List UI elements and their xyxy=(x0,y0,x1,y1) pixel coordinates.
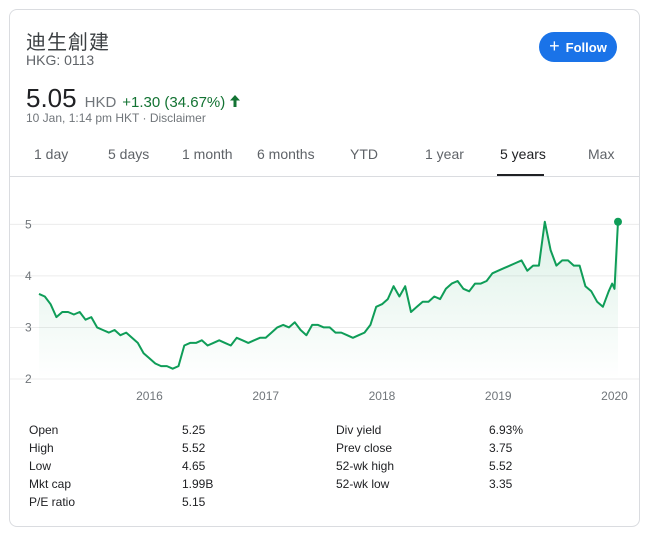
stat-mkt-cap-label: Mkt cap xyxy=(29,477,72,491)
tab-max[interactable]: Max xyxy=(588,146,614,162)
follow-label: Follow xyxy=(565,39,607,55)
last-price-dot xyxy=(614,217,622,226)
x-tick-label: 2018 xyxy=(369,389,396,403)
tab-5-years[interactable]: 5 years xyxy=(500,146,546,162)
x-tick-label: 2020 xyxy=(601,389,628,403)
quote-timestamp[interactable]: 10 Jan, 1:14 pm HKT · Disclaimer xyxy=(26,111,206,125)
stat-52wk-low-value: 3.35 xyxy=(489,477,513,491)
company-name: 迪生創建 xyxy=(26,30,110,54)
x-tick-label: 2019 xyxy=(485,389,512,403)
price-chart[interactable]: 2 3 4 5 2016 2017 2018 2019 2020 xyxy=(10,177,641,405)
tab-1-day[interactable]: 1 day xyxy=(34,146,68,162)
stock-quote-card: 迪生創建 HKG: 0113 + Follow 5.05 HKD +1.30 (… xyxy=(9,9,640,527)
y-tick-label: 5 xyxy=(25,217,32,231)
x-tick-label: 2017 xyxy=(252,389,279,403)
x-tick-label: 2016 xyxy=(136,389,163,403)
stat-52wk-high-label: 52-wk high xyxy=(336,459,395,473)
y-tick-label: 3 xyxy=(25,320,32,334)
y-tick-label: 4 xyxy=(25,269,32,283)
stat-52wk-high-value: 5.52 xyxy=(489,459,513,473)
stat-low-value: 4.65 xyxy=(182,459,206,473)
follow-button[interactable]: + Follow xyxy=(539,32,617,62)
stat-div-yield-value: 6.93% xyxy=(489,423,524,437)
stat-open-label: Open xyxy=(29,423,59,437)
currency-label: HKD xyxy=(84,94,117,111)
stat-high-value: 5.52 xyxy=(182,441,206,455)
stat-pe-ratio-value: 5.15 xyxy=(182,495,206,509)
stat-52wk-low-label: 52-wk low xyxy=(336,477,390,491)
stat-prev-close-value: 3.75 xyxy=(489,441,513,455)
tab-5-days[interactable]: 5 days xyxy=(108,146,149,162)
stat-mkt-cap-value: 1.99B xyxy=(182,477,214,491)
price-area xyxy=(39,221,618,379)
arrow-up-icon xyxy=(229,94,241,108)
stat-open-value: 5.25 xyxy=(182,423,206,437)
tab-1-month[interactable]: 1 month xyxy=(182,146,233,162)
price-row: 5.05 HKD +1.30 (34.67%) xyxy=(26,83,241,114)
range-tabs: 1 day 5 days 1 month 6 months YTD 1 year… xyxy=(10,138,641,176)
stat-pe-ratio-label: P/E ratio xyxy=(29,495,76,509)
tab-ytd[interactable]: YTD xyxy=(350,146,378,162)
tab-6-months[interactable]: 6 months xyxy=(257,146,315,162)
y-tick-label: 2 xyxy=(25,372,32,386)
tab-1-year[interactable]: 1 year xyxy=(425,146,464,162)
stat-high-label: High xyxy=(29,441,54,455)
stat-div-yield-label: Div yield xyxy=(336,423,382,437)
price-change: +1.30 (34.67%) xyxy=(122,94,226,111)
stat-prev-close-label: Prev close xyxy=(336,441,393,455)
stat-low-label: Low xyxy=(29,459,52,473)
current-price: 5.05 xyxy=(26,83,77,113)
ticker-symbol: HKG: 0113 xyxy=(26,52,95,68)
plus-icon: + xyxy=(549,36,560,56)
